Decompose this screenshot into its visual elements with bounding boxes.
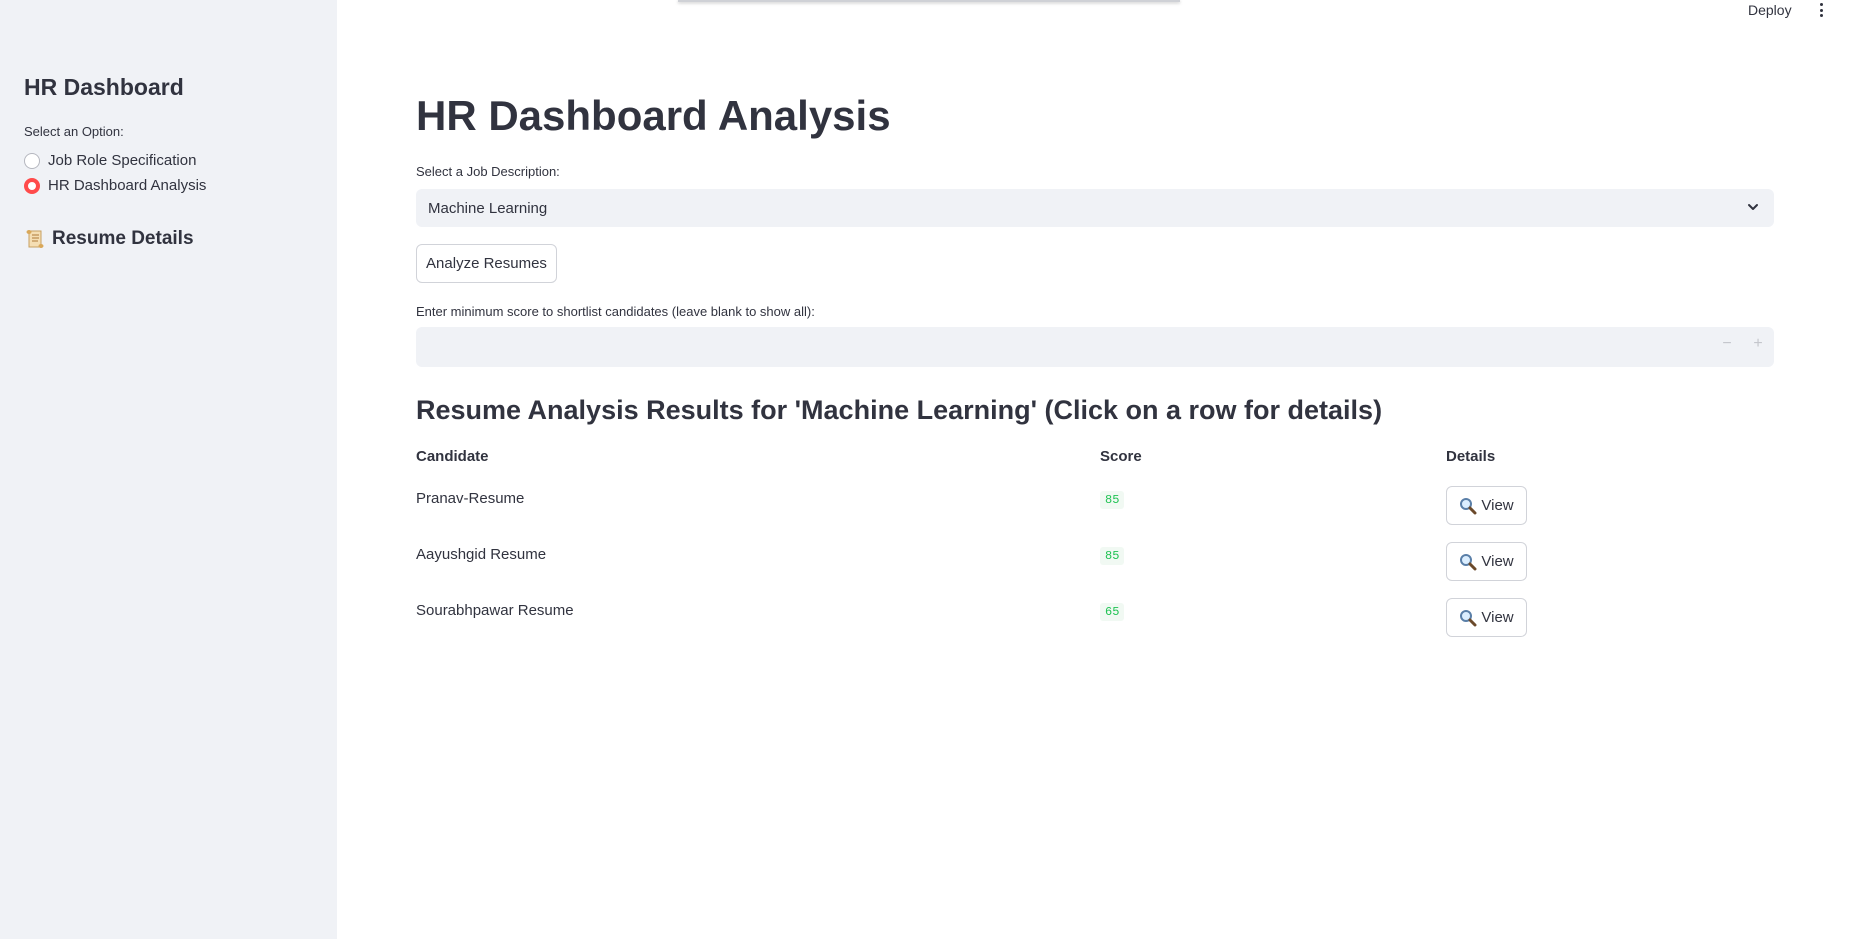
- magnifier-icon: [1460, 609, 1477, 626]
- radio-checked-icon: [24, 177, 40, 194]
- min-score-label: Enter minimum score to shortlist candida…: [416, 304, 815, 319]
- sidebar-select-label: Select an Option:: [24, 124, 124, 139]
- analyze-resumes-button[interactable]: Analyze Resumes: [416, 244, 557, 283]
- radio-unchecked-icon: [24, 152, 40, 169]
- view-label: View: [1481, 497, 1514, 514]
- magnifier-icon: [1460, 497, 1477, 514]
- view-details-button[interactable]: View: [1446, 486, 1527, 525]
- column-header-score: Score: [1100, 448, 1142, 465]
- results-title: Resume Analysis Results for 'Machine Lea…: [416, 395, 1383, 425]
- score-badge: 85: [1100, 547, 1125, 565]
- decrement-button[interactable]: −: [1718, 335, 1736, 353]
- candidate-name[interactable]: Aayushgid Resume: [416, 546, 546, 563]
- scroll-icon: [24, 228, 46, 250]
- view-label: View: [1481, 609, 1514, 626]
- sidebar: HR Dashboard Select an Option: Job Role …: [0, 0, 337, 939]
- job-description-select[interactable]: Machine Learning: [416, 189, 1774, 227]
- score-badge: 65: [1100, 603, 1125, 621]
- job-select-label: Select a Job Description:: [416, 164, 560, 179]
- resume-details-heading: Resume Details: [24, 228, 194, 250]
- column-header-candidate: Candidate: [416, 448, 489, 465]
- page-title: HR Dashboard Analysis: [416, 92, 891, 139]
- magnifier-icon: [1460, 553, 1477, 570]
- app-root: HR Dashboard Select an Option: Job Role …: [0, 0, 1852, 939]
- candidate-name[interactable]: Pranav-Resume: [416, 490, 524, 507]
- candidate-name[interactable]: Sourabhpawar Resume: [416, 602, 574, 619]
- toolbar-edge: [678, 0, 1180, 2]
- view-label: View: [1481, 553, 1514, 570]
- deploy-button[interactable]: Deploy: [1748, 2, 1792, 18]
- increment-button[interactable]: +: [1749, 335, 1767, 353]
- view-details-button[interactable]: View: [1446, 598, 1527, 637]
- job-select-value: Machine Learning: [428, 199, 548, 217]
- kebab-menu-icon[interactable]: [1816, 1, 1826, 19]
- resume-details-label: Resume Details: [52, 228, 194, 249]
- view-details-button[interactable]: View: [1446, 542, 1527, 581]
- radio-hr-dashboard-analysis[interactable]: HR Dashboard Analysis: [24, 177, 206, 194]
- radio-label: HR Dashboard Analysis: [48, 177, 207, 194]
- min-score-input[interactable]: [416, 327, 1774, 367]
- chevron-down-icon: [1748, 204, 1758, 210]
- radio-job-role-specification[interactable]: Job Role Specification: [24, 152, 196, 169]
- min-score-input-wrapper: − +: [416, 327, 1774, 367]
- radio-label: Job Role Specification: [48, 152, 197, 169]
- score-badge: 85: [1100, 491, 1125, 509]
- column-header-details: Details: [1446, 448, 1496, 465]
- sidebar-title: HR Dashboard: [24, 74, 184, 100]
